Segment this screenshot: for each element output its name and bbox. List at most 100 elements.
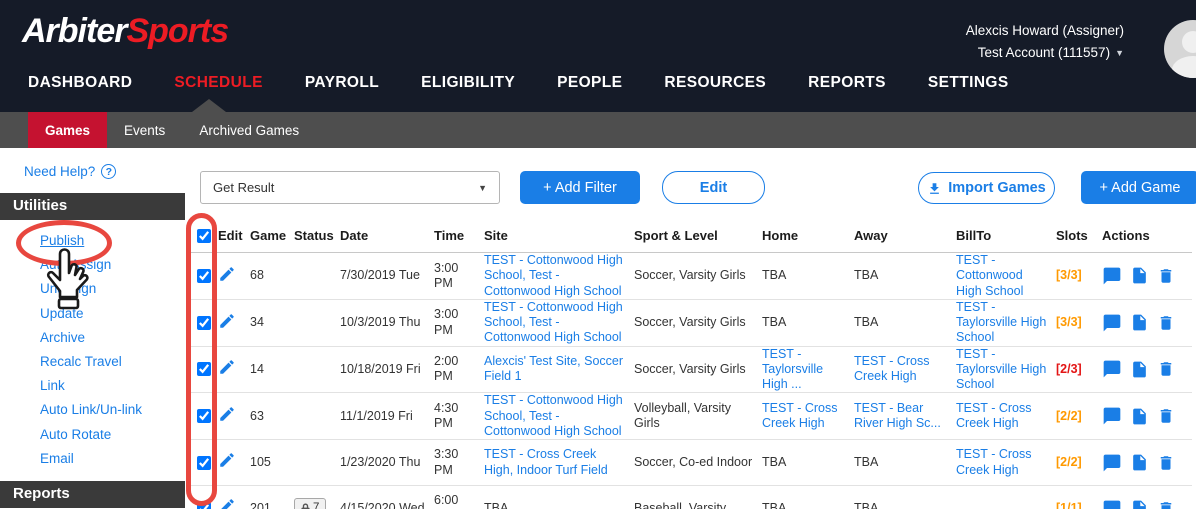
game-number: 34	[250, 315, 264, 329]
comment-icon[interactable]	[1102, 266, 1122, 286]
site-link[interactable]: TEST - Cottonwood High School, Test - Co…	[484, 253, 623, 298]
help-question-icon: ?	[101, 164, 117, 179]
sidebar-item-link[interactable]: Link	[40, 374, 185, 398]
game-number: 68	[250, 268, 264, 283]
comment-icon[interactable]	[1102, 453, 1122, 473]
edit-pencil-icon[interactable]	[218, 358, 236, 376]
delete-icon[interactable]	[1157, 267, 1175, 285]
edit-pencil-icon[interactable]	[218, 405, 236, 423]
delete-icon[interactable]	[1157, 454, 1175, 472]
sidebar-item-unassign[interactable]: Unassign	[40, 277, 185, 301]
row-checkbox[interactable]	[197, 409, 211, 424]
game-date: 7/30/2019 Tue	[340, 268, 420, 283]
document-icon[interactable]	[1130, 360, 1149, 379]
table-row: 105 1/23/2020 Thu 3:30 PM TEST - Cross C…	[190, 440, 1192, 486]
import-games-button[interactable]: Import Games	[918, 172, 1055, 204]
sport-level: Soccer, Varsity Girls	[634, 268, 746, 283]
sidebar-item-auto-link-unlink[interactable]: Auto Link/Un-link	[40, 398, 185, 422]
row-checkbox[interactable]	[197, 315, 211, 330]
sidebar-item-auto-assign[interactable]: Auto Assign	[40, 253, 185, 277]
delete-icon[interactable]	[1157, 407, 1175, 425]
nav-dashboard[interactable]: DASHBOARD	[28, 74, 132, 92]
comment-icon[interactable]	[1102, 406, 1122, 426]
document-icon[interactable]	[1130, 266, 1149, 285]
document-icon[interactable]	[1130, 453, 1149, 472]
sidebar-item-recalc-travel[interactable]: Recalc Travel	[40, 350, 185, 374]
document-icon[interactable]	[1130, 313, 1149, 332]
sport-level: Soccer, Varsity Girls	[634, 361, 746, 376]
game-date: 1/23/2020 Thu	[340, 454, 421, 469]
nav-reports[interactable]: REPORTS	[808, 74, 886, 92]
delete-icon[interactable]	[1157, 360, 1175, 378]
row-actions	[1102, 359, 1186, 379]
slots-badge: [3/3]	[1056, 268, 1082, 283]
lock-icon	[301, 503, 310, 509]
nav-schedule[interactable]: SCHEDULE	[174, 74, 262, 92]
row-actions	[1102, 313, 1186, 333]
comment-icon[interactable]	[1102, 359, 1122, 379]
sidebar-item-archive[interactable]: Archive	[40, 326, 185, 350]
select-all-checkbox[interactable]	[197, 228, 211, 243]
billto-link[interactable]: TEST - Cottonwood High School	[956, 253, 1023, 298]
row-checkbox[interactable]	[197, 455, 211, 470]
home-team: TBA	[762, 315, 787, 329]
comment-icon[interactable]	[1102, 313, 1122, 333]
utilities-links: Publish Auto Assign Unassign Update Arch…	[0, 220, 185, 471]
avatar-body	[1172, 56, 1196, 78]
delete-icon[interactable]	[1157, 500, 1175, 509]
status-badge[interactable]: 7	[294, 498, 327, 509]
app-root: ArbiterSports Alexcis Howard (Assigner) …	[0, 0, 1196, 509]
billto-link[interactable]: TEST - Taylorsville High School	[956, 347, 1046, 392]
col-slots: Slots	[1056, 228, 1088, 243]
row-actions	[1102, 406, 1186, 426]
billto-link[interactable]: TEST - Cross Creek High	[956, 401, 1031, 430]
comment-icon[interactable]	[1102, 499, 1122, 509]
home-team: TBA	[762, 500, 787, 509]
col-actions: Actions	[1102, 228, 1150, 243]
avatar[interactable]	[1164, 20, 1196, 78]
billto-link[interactable]: TEST - Taylorsville High School	[956, 300, 1046, 345]
tab-games[interactable]: Games	[28, 112, 108, 148]
billto-link[interactable]: TEST - Cross Creek High	[956, 447, 1031, 476]
user-menu[interactable]: Alexcis Howard (Assigner) Test Account (…	[966, 20, 1124, 65]
document-icon[interactable]	[1130, 407, 1149, 426]
edit-button[interactable]: Edit	[662, 171, 765, 204]
edit-pencil-icon[interactable]	[218, 312, 236, 330]
edit-pencil-icon[interactable]	[218, 265, 236, 283]
game-time: 4:30 PM	[434, 400, 459, 431]
sport-level: Volleyball, Varsity Girls	[634, 400, 732, 431]
row-checkbox[interactable]	[197, 501, 211, 509]
main-nav: DASHBOARD SCHEDULE PAYROLL ELIGIBILITY P…	[28, 74, 1009, 92]
add-game-button[interactable]: + Add Game	[1081, 171, 1196, 204]
add-filter-button[interactable]: + Add Filter	[520, 171, 640, 204]
sidebar-item-email[interactable]: Email	[40, 447, 185, 471]
table-header-row: Edit Game Status Date Time Site Sport & …	[190, 218, 1192, 253]
need-help-link[interactable]: Need Help? ?	[24, 164, 185, 179]
col-time: Time	[434, 228, 465, 243]
edit-pencil-icon[interactable]	[218, 497, 236, 509]
row-checkbox[interactable]	[197, 362, 211, 377]
site-link[interactable]: TEST - Cottonwood High School, Test - Co…	[484, 393, 623, 438]
site-link[interactable]: Alexcis' Test Site, Soccer Field 1	[484, 354, 623, 383]
site-link[interactable]: TEST - Cross Creek High, Indoor Turf Fie…	[484, 447, 608, 476]
document-icon[interactable]	[1130, 499, 1149, 509]
site-link[interactable]: TEST - Cottonwood High School, Test - Co…	[484, 300, 623, 345]
home-team: TBA	[762, 268, 787, 283]
away-team: TEST - Cross Creek High	[854, 354, 930, 384]
row-checkbox[interactable]	[197, 268, 211, 283]
tab-archived-games[interactable]: Archived Games	[182, 112, 316, 148]
nav-settings[interactable]: SETTINGS	[928, 74, 1009, 92]
tab-events[interactable]: Events	[107, 112, 182, 148]
nav-eligibility[interactable]: ELIGIBILITY	[421, 74, 515, 92]
sidebar-item-auto-rotate[interactable]: Auto Rotate	[40, 423, 185, 447]
sidebar-item-update[interactable]: Update	[40, 302, 185, 326]
nav-resources[interactable]: RESOURCES	[664, 74, 766, 92]
game-time: 2:00 PM	[434, 354, 459, 384]
sidebar-item-publish[interactable]: Publish	[40, 229, 185, 253]
nav-people[interactable]: PEOPLE	[557, 74, 622, 92]
delete-icon[interactable]	[1157, 314, 1175, 332]
nav-payroll[interactable]: PAYROLL	[305, 74, 379, 92]
sport-level: Soccer, Varsity Girls	[634, 315, 746, 329]
edit-pencil-icon[interactable]	[218, 451, 236, 469]
get-result-select[interactable]: Get Result ▼	[200, 171, 500, 204]
